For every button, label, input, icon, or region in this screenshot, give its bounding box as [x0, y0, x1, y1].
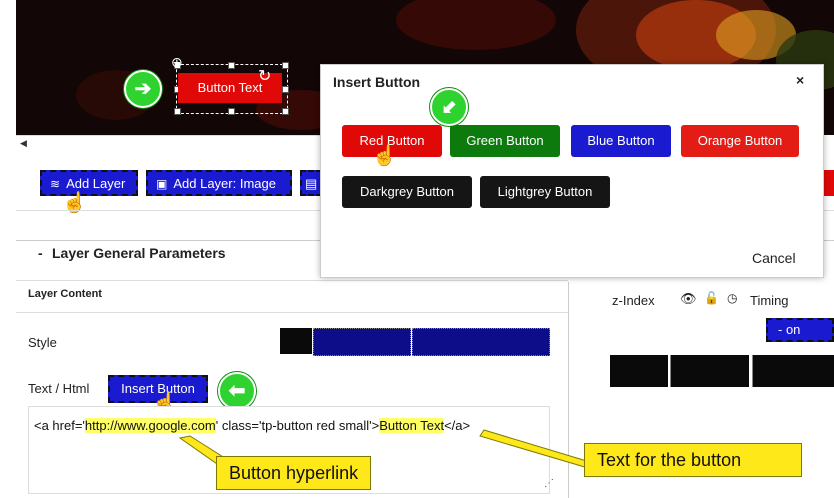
callout-lines [178, 429, 591, 469]
callout-button-text: Text for the button [584, 443, 802, 477]
callout-pointer [479, 429, 591, 469]
callout-hyperlink: Button hyperlink [216, 456, 372, 490]
